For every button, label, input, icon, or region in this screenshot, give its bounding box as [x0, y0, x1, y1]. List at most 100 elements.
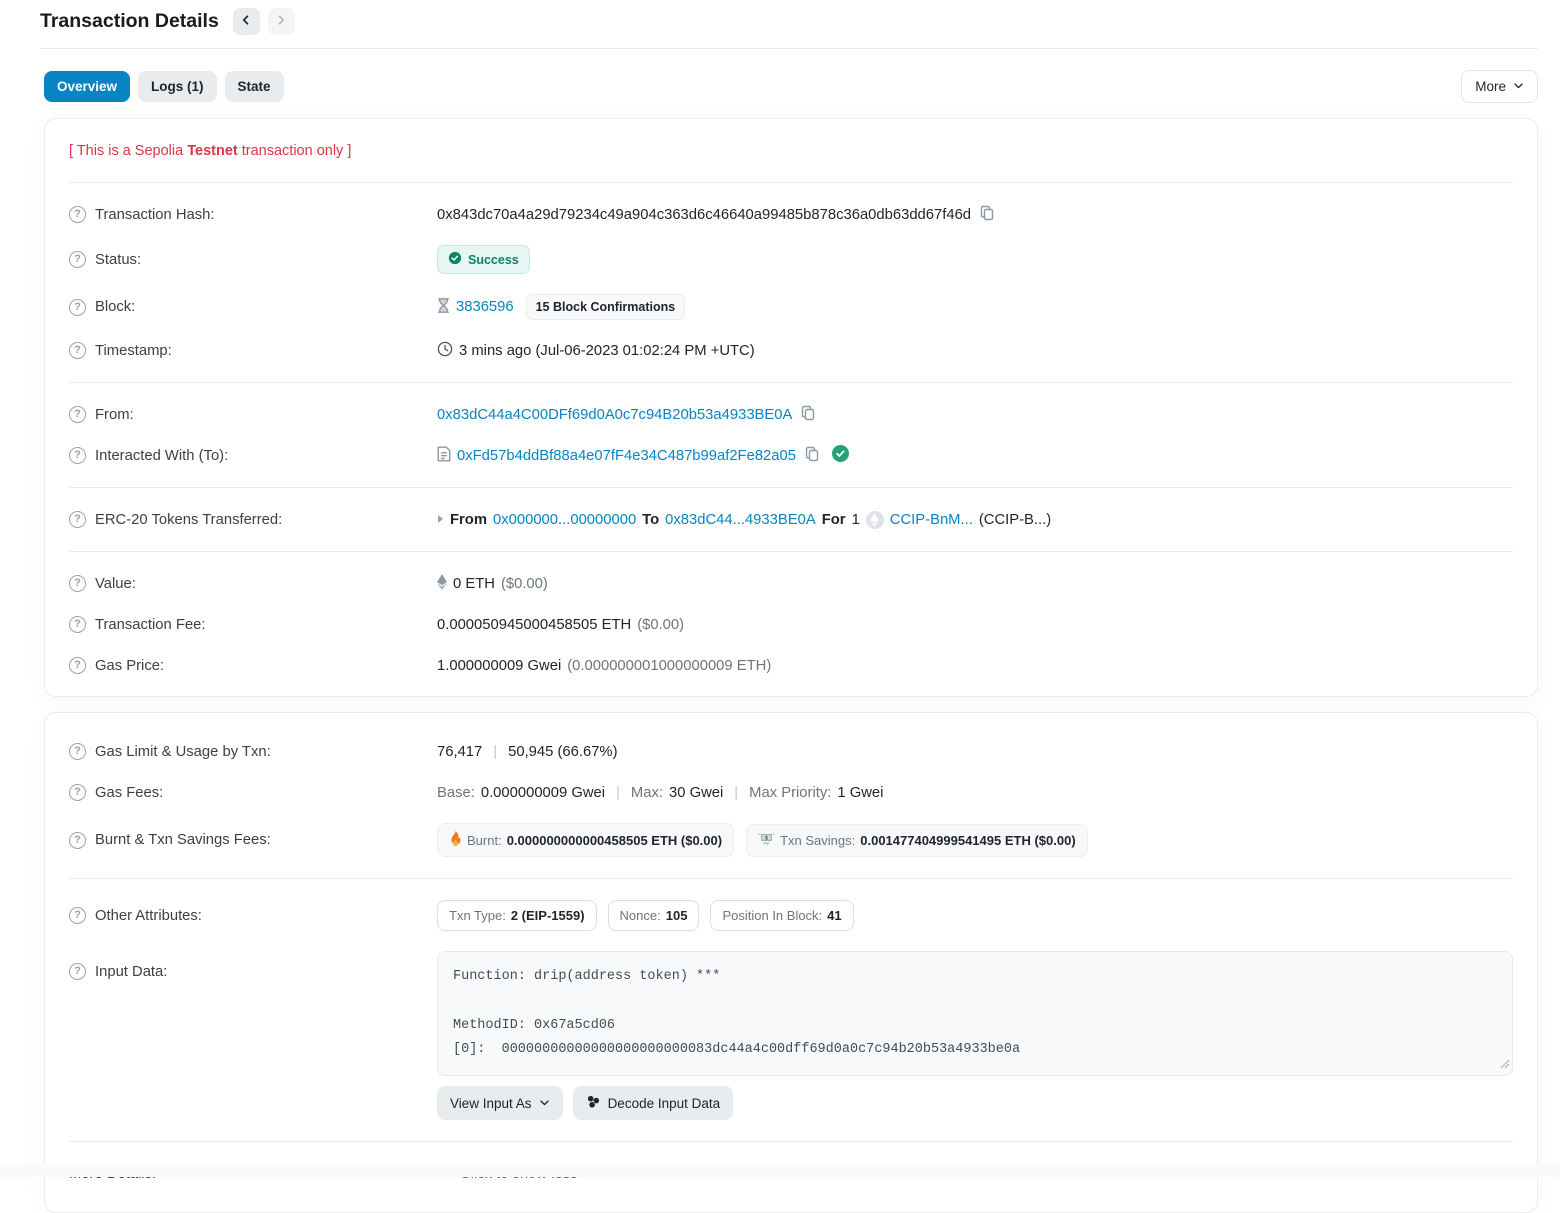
divider — [69, 878, 1513, 879]
help-icon[interactable]: ? — [69, 206, 86, 223]
help-icon[interactable]: ? — [69, 784, 86, 801]
gas-price-amount: 1.000000009 Gwei — [437, 658, 561, 674]
separator: | — [493, 744, 497, 760]
timestamp-label: ? Timestamp: — [69, 342, 437, 359]
help-icon[interactable]: ? — [69, 342, 86, 359]
copy-icon — [804, 446, 820, 465]
label-text: Gas Price: — [95, 658, 164, 674]
help-icon[interactable]: ? — [69, 575, 86, 592]
base-fee-label: Base: — [437, 785, 475, 801]
page: Transaction Details Overview Logs (1) St… — [0, 0, 1560, 1213]
next-transaction-button[interactable] — [268, 8, 295, 35]
gas-price-eth: (0.000000001000000009 ETH) — [567, 658, 771, 674]
view-input-as-button[interactable]: View Input As — [437, 1086, 563, 1120]
help-icon[interactable]: ? — [69, 447, 86, 464]
erc20-to-address-link[interactable]: 0x83dC44...4933BE0A — [665, 512, 816, 528]
input-data-textarea[interactable]: Function: drip(address token) *** Method… — [437, 951, 1513, 1076]
label-text: Transaction Hash: — [95, 207, 215, 223]
copy-to-address-button[interactable] — [802, 446, 822, 465]
divider — [69, 182, 1513, 183]
erc20-to-word: To — [642, 512, 659, 528]
burnt-fee-badge: Burnt: 0.000000000000458505 ETH ($0.00) — [437, 823, 734, 857]
chevron-down-icon — [1513, 79, 1524, 94]
resize-handle[interactable] — [1500, 1056, 1510, 1073]
money-wings-icon: $ — [758, 832, 775, 849]
status-label: ? Status: — [69, 251, 437, 268]
gas-fees-label: ? Gas Fees: — [69, 784, 437, 801]
chevron-right-icon — [275, 14, 287, 29]
hourglass-icon — [437, 298, 450, 317]
label-text: Burnt & Txn Savings Fees: — [95, 832, 271, 848]
block-number-link[interactable]: 3836596 — [456, 299, 514, 315]
chevron-down-icon — [539, 1096, 550, 1111]
gas-limit-label: ? Gas Limit & Usage by Txn: — [69, 743, 437, 760]
input-data-label: ? Input Data: — [69, 951, 437, 980]
copy-from-address-button[interactable] — [798, 405, 818, 424]
contract-icon — [437, 446, 451, 466]
input-data-row: ? Input Data: Function: drip(address tok… — [69, 941, 1513, 1130]
transaction-hash-value: 0x843dc70a4a29d79234c49a904c363d6c46640a… — [437, 207, 971, 223]
gas-price-label: ? Gas Price: — [69, 657, 437, 674]
block-label: ? Block: — [69, 299, 437, 316]
to-address-link[interactable]: 0xFd57b4ddBf88a4e07fF4e34C487b99af2Fe82a… — [457, 448, 796, 464]
erc20-transfers-label: ? ERC-20 Tokens Transferred: — [69, 511, 437, 528]
tab-state[interactable]: State — [225, 71, 284, 102]
divider — [69, 487, 1513, 488]
eth-diamond-icon — [437, 574, 447, 594]
more-dropdown-button[interactable]: More — [1461, 70, 1538, 103]
txn-savings-value: 0.001477404999541495 ETH ($0.00) — [860, 833, 1075, 848]
help-icon[interactable]: ? — [69, 251, 86, 268]
help-icon[interactable]: ? — [69, 832, 86, 849]
erc20-amount: 1 — [852, 512, 860, 528]
help-icon[interactable]: ? — [69, 743, 86, 760]
gas-details-card: ? Gas Limit & Usage by Txn: 76,417 | 50,… — [44, 712, 1538, 1213]
value-amount: 0 ETH — [453, 576, 495, 592]
label-text: Gas Fees: — [95, 785, 163, 801]
gas-limit-row: ? Gas Limit & Usage by Txn: 76,417 | 50,… — [69, 731, 1513, 772]
more-button-label: More — [1475, 79, 1506, 94]
timestamp-row: ? Timestamp: 3 mins ago (Jul-06-2023 01:… — [69, 330, 1513, 371]
triangle-right-icon — [437, 512, 444, 528]
other-attributes-row: ? Other Attributes: Txn Type: 2 (EIP-155… — [69, 890, 1513, 941]
label-text: Other Attributes: — [95, 908, 202, 924]
decode-input-data-label: Decode Input Data — [608, 1096, 721, 1111]
tab-overview[interactable]: Overview — [44, 71, 130, 102]
check-circle-icon — [448, 251, 462, 268]
help-icon[interactable]: ? — [69, 511, 86, 528]
gas-limit-value: 76,417 — [437, 744, 482, 760]
help-icon[interactable]: ? — [69, 907, 86, 924]
transaction-hash-label: ? Transaction Hash: — [69, 206, 437, 223]
txn-savings-badge: $ Txn Savings: 0.001477404999541495 ETH … — [746, 824, 1088, 857]
from-address-link[interactable]: 0x83dC44a4C00DFf69d0A0c7c94B20b53a4933BE… — [437, 407, 792, 423]
copy-icon — [979, 205, 995, 224]
position-label: Position In Block: — [722, 908, 822, 923]
gas-usage-value: 50,945 (66.67%) — [508, 744, 617, 760]
block-confirmations-badge: 15 Block Confirmations — [526, 294, 686, 320]
help-icon[interactable]: ? — [69, 657, 86, 674]
erc20-from-word: From — [450, 512, 487, 528]
label-text: Gas Limit & Usage by Txn: — [95, 744, 271, 760]
help-icon[interactable]: ? — [69, 299, 86, 316]
help-icon[interactable]: ? — [69, 616, 86, 633]
label-text: Block: — [95, 299, 135, 315]
overview-card: [ This is a Sepolia Testnet transaction … — [44, 118, 1538, 697]
decode-input-data-button[interactable]: Decode Input Data — [573, 1086, 734, 1120]
help-icon[interactable]: ? — [69, 406, 86, 423]
tab-logs[interactable]: Logs (1) — [138, 71, 217, 102]
nonce-label: Nonce: — [620, 908, 661, 923]
label-text: Timestamp: — [95, 343, 172, 359]
erc20-from-address-link[interactable]: 0x000000...00000000 — [493, 512, 636, 528]
help-icon[interactable]: ? — [69, 963, 86, 980]
block-row: ? Block: 3836596 15 Block Confirmations — [69, 284, 1513, 330]
transaction-fee-amount: 0.000050945000458505 ETH — [437, 617, 631, 633]
view-input-as-label: View Input As — [450, 1096, 532, 1111]
txn-type-label: Txn Type: — [449, 908, 506, 923]
previous-transaction-button[interactable] — [233, 8, 260, 35]
max-priority-fee-label: Max Priority: — [749, 785, 831, 801]
svg-text:$: $ — [765, 835, 769, 841]
token-name-link[interactable]: CCIP-BnM... — [890, 512, 973, 528]
divider — [69, 382, 1513, 383]
timestamp-value: 3 mins ago (Jul-06-2023 01:02:24 PM +UTC… — [459, 343, 755, 359]
token-symbol: (CCIP-B...) — [979, 512, 1051, 528]
copy-hash-button[interactable] — [977, 205, 997, 224]
